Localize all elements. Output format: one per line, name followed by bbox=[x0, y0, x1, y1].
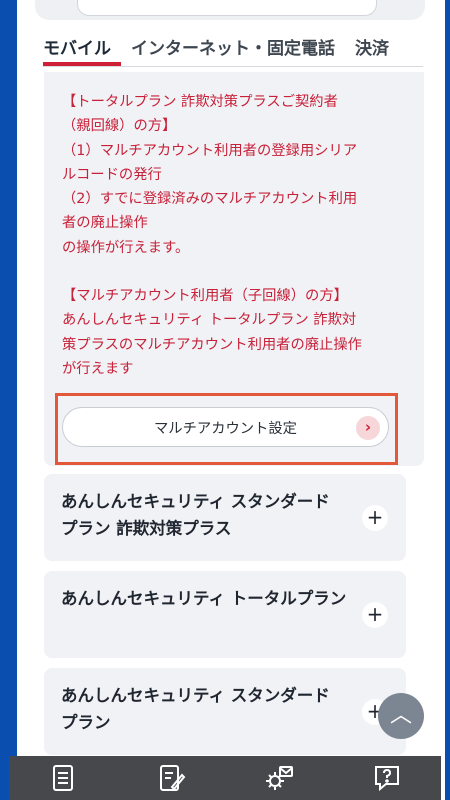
tab-internet-fixed-phone[interactable]: インターネット・固定電話 bbox=[131, 30, 335, 66]
accordion-standard[interactable]: あんしんセキュリティ スタンダード プラン + bbox=[44, 668, 406, 755]
document-list-icon[interactable] bbox=[45, 760, 81, 796]
accordion-standard-fraud[interactable]: あんしんセキュリティ スタンダード プラン 詐欺対策プラス + bbox=[44, 474, 406, 561]
tab-mobile[interactable]: モバイル bbox=[43, 30, 121, 66]
description-line: （1）マルチアカウント利用者の登録用シリア bbox=[62, 142, 358, 159]
tab-bar: モバイル インターネット・固定電話 決済 bbox=[43, 30, 443, 66]
description-line: の操作が行えます。 bbox=[62, 239, 190, 256]
accordion-title: あんしんセキュリティ トータルプラン bbox=[61, 589, 347, 608]
accordion-title: あんしんセキュリティ スタンダード プラン bbox=[61, 686, 330, 732]
chevron-right-icon: › bbox=[356, 416, 380, 440]
bottom-navigation bbox=[9, 756, 441, 800]
help-chat-icon[interactable] bbox=[369, 760, 405, 796]
tab-payment[interactable]: 決済 bbox=[355, 30, 389, 66]
multi-account-settings-button[interactable]: マルチアカウント設定 › bbox=[62, 407, 389, 447]
description-line: （親回線）の方】 bbox=[62, 118, 177, 135]
description-line: 【マルチアカウント利用者（子回線）の方】 bbox=[62, 288, 348, 305]
description-line: 者の廃止操作 bbox=[62, 215, 148, 232]
search-input[interactable] bbox=[77, 0, 377, 16]
button-label: マルチアカウント設定 bbox=[154, 420, 297, 437]
settings-mail-icon[interactable] bbox=[261, 760, 297, 796]
description-line: （2）すでに登録済みのマルチアカウント利用 bbox=[62, 191, 358, 208]
plus-icon[interactable]: + bbox=[362, 602, 388, 628]
description-line: ルコードの発行 bbox=[62, 166, 162, 183]
tab-divider bbox=[43, 66, 423, 67]
scroll-to-top-button[interactable]: ︿ bbox=[378, 693, 424, 739]
multi-account-description: 【トータルプラン 詐欺対策プラスご契約者 （親回線）の方】 （1）マルチアカウン… bbox=[62, 90, 408, 381]
accordion-title: あんしんセキュリティ スタンダード プラン 詐欺対策プラス bbox=[61, 492, 330, 538]
edit-document-icon[interactable] bbox=[153, 760, 189, 796]
description-line: 【トータルプラン 詐欺対策プラスご契約者 bbox=[62, 94, 338, 110]
description-line: 策プラスのマルチアカウント利用者の廃止操作 bbox=[62, 336, 362, 353]
description-line: あんしんセキュリティ トータルプラン 詐欺対 bbox=[62, 312, 357, 329]
plus-icon[interactable]: + bbox=[362, 505, 388, 531]
accordion-total-plan[interactable]: あんしんセキュリティ トータルプラン + bbox=[44, 571, 406, 658]
description-line: が行えます bbox=[62, 360, 134, 377]
